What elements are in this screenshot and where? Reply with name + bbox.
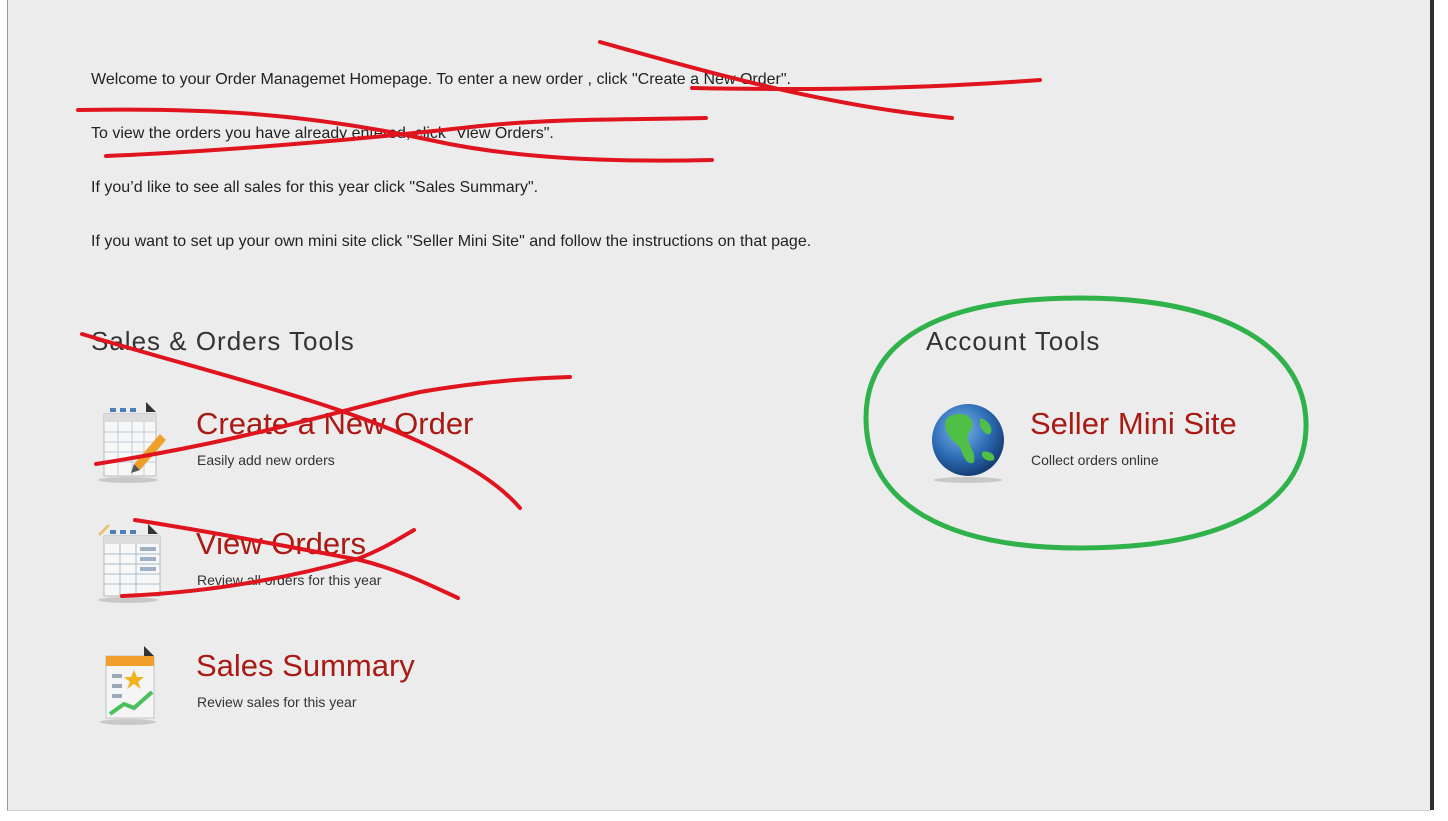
intro-line-view: To view the orders you have already ente… [91,125,554,142]
account-tools-heading: Account Tools [926,326,1101,356]
orders-table-icon [98,524,161,603]
create-new-order-desc: Easily add new orders [197,452,335,468]
order-form-pencil-icon [98,402,166,483]
sales-summary-title: Sales Summary [196,648,415,683]
sales-summary-link[interactable]: Sales Summary Review sales for this year [96,642,536,730]
view-orders-link[interactable]: View Orders Review all orders for this y… [96,520,536,608]
sales-summary-desc: Review sales for this year [197,694,357,710]
seller-mini-site-link[interactable]: Seller Mini Site Collect orders online [930,400,1290,488]
sales-orders-tools-heading: Sales & Orders Tools [91,326,355,356]
window-edge [1430,0,1434,810]
view-orders-title: View Orders [196,526,366,561]
seller-mini-site-title: Seller Mini Site [1030,406,1237,441]
intro-line-mini-site: If you want to set up your own mini site… [91,233,812,250]
seller-mini-site-desc: Collect orders online [1031,452,1159,468]
sales-chart-icon [100,646,156,725]
create-new-order-title: Create a New Order [196,406,474,441]
view-orders-desc: Review all orders for this year [197,572,382,588]
intro-line-sales: If you’d like to see all sales for this … [91,179,539,196]
intro-line-create: Welcome to your Order Managemet Homepage… [91,71,791,88]
create-new-order-link[interactable]: Create a New Order Easily add new orders [96,400,536,488]
globe-icon [932,404,1004,483]
